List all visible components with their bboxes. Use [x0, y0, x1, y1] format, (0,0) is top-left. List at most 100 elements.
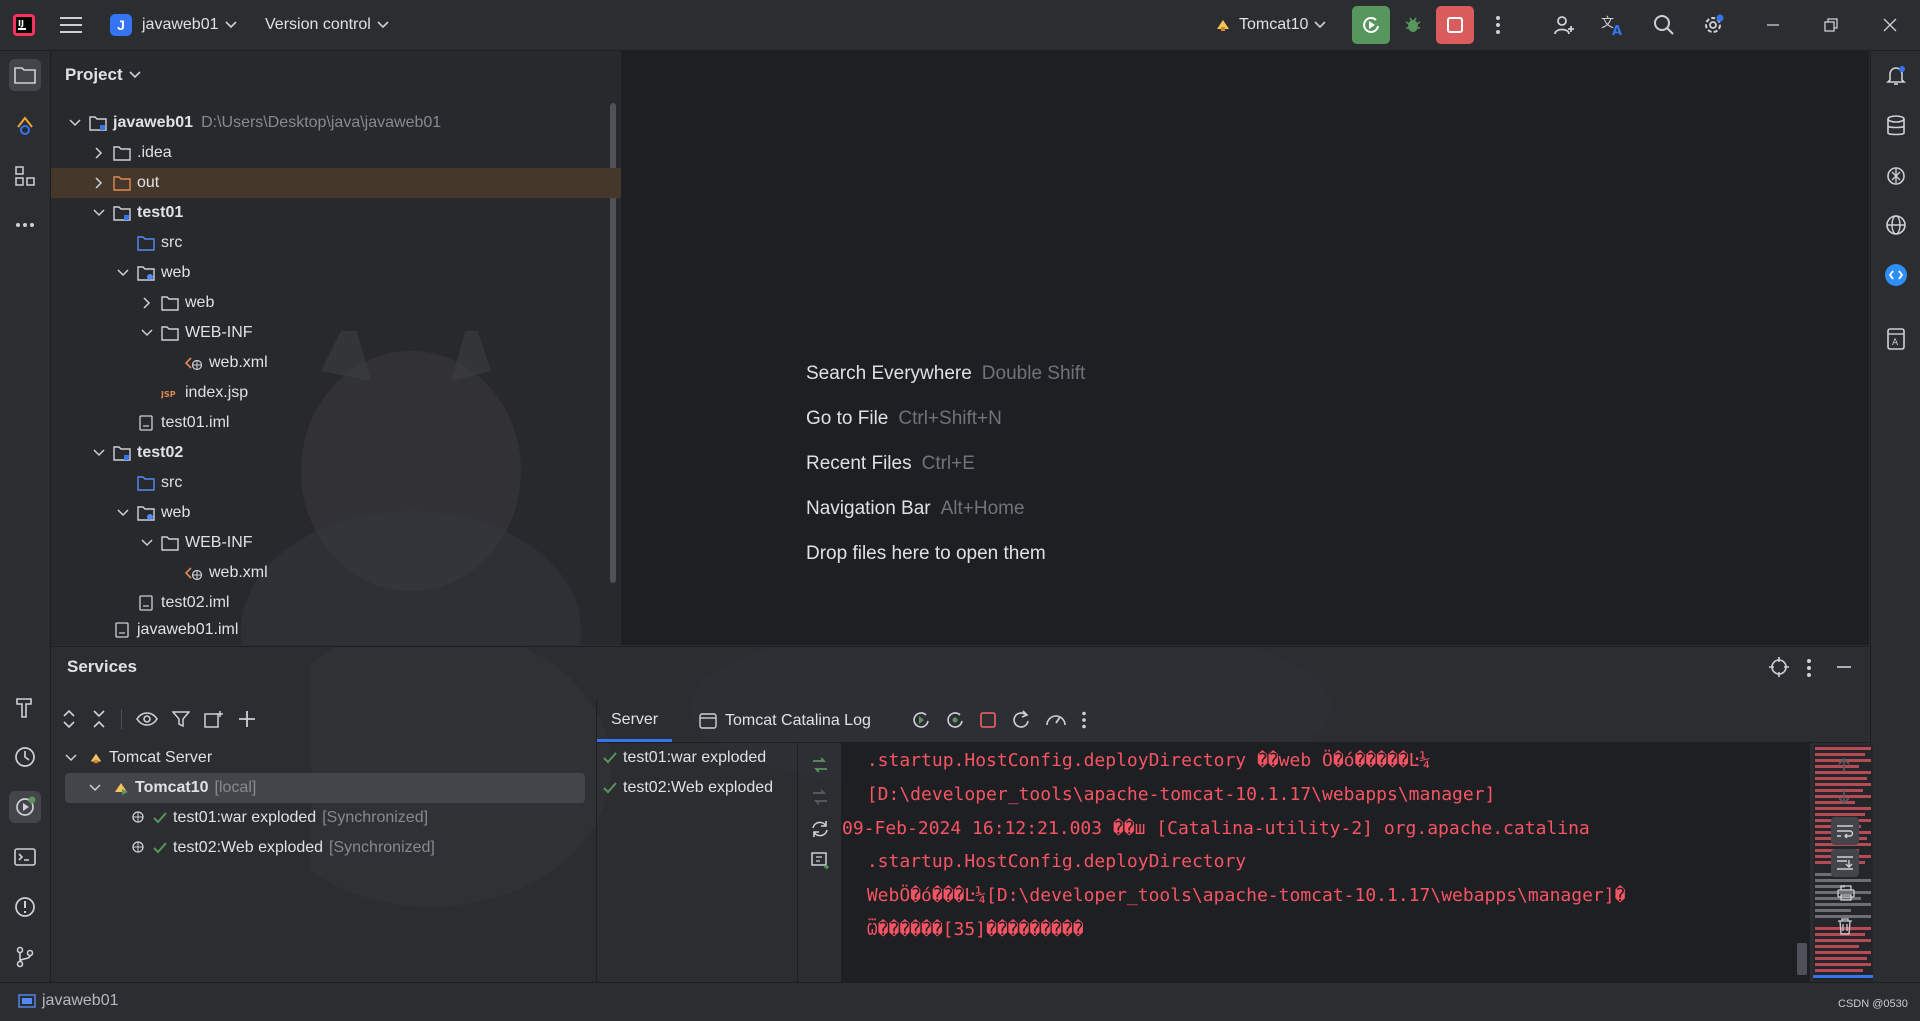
hint-shortcut: Double Shift — [981, 363, 1086, 384]
server-actions-toolbar — [911, 710, 1087, 730]
collapse-all-icon[interactable] — [91, 710, 107, 728]
tree-row-web-inner[interactable]: web — [51, 288, 621, 318]
iml-file-icon — [113, 621, 131, 639]
notifications-button[interactable] — [1880, 59, 1912, 91]
app-logo-icon[interactable]: IJ — [12, 0, 36, 50]
tree-row-index-jsp[interactable]: JSP index.jsp — [51, 378, 621, 408]
translate-button[interactable]: 文A — [1597, 9, 1629, 41]
artifact-deploy-icon[interactable] — [810, 851, 830, 871]
arrow-up-icon[interactable] — [1837, 757, 1851, 773]
tree-row-src[interactable]: src — [51, 228, 621, 258]
tree-row-tomcat-server[interactable]: Tomcat Server — [65, 743, 585, 773]
new-group-icon[interactable] — [204, 710, 224, 728]
refresh-icon[interactable] — [810, 819, 830, 839]
code-assistant-button[interactable] — [1880, 259, 1912, 291]
version-control-menu[interactable]: Version control — [265, 0, 389, 50]
hide-panel-button[interactable] — [1836, 659, 1852, 675]
run-config-selector[interactable]: Tomcat10 — [1215, 0, 1326, 50]
print-icon[interactable] — [1837, 885, 1855, 901]
main-menu-icon[interactable] — [60, 0, 82, 50]
folder-icon — [161, 534, 179, 552]
update-application-icon[interactable] — [945, 710, 965, 730]
filter-icon[interactable] — [172, 710, 190, 728]
tree-row-web-inf[interactable]: WEB-INF — [51, 528, 621, 558]
project-tool-button[interactable] — [9, 59, 41, 91]
project-switcher[interactable]: J javaweb01 — [110, 0, 237, 50]
console-output[interactable]: .startup.HostConfig.deployDirectory ��we… — [842, 743, 1810, 983]
console-scrollbar[interactable] — [1797, 943, 1807, 975]
services-tool-button[interactable] — [9, 791, 41, 823]
tree-row-web[interactable]: web — [51, 498, 621, 528]
endpoints-tool-button[interactable] — [1880, 209, 1912, 241]
tree-row-tomcat10[interactable]: Tomcat10 [local] — [65, 773, 585, 803]
locate-button[interactable] — [1768, 656, 1792, 680]
problems-tool-button[interactable] — [9, 891, 41, 923]
tree-row-test01-iml[interactable]: test01.iml — [51, 408, 621, 438]
tab-label: Tomcat Catalina Log — [725, 712, 871, 729]
expand-all-icon[interactable] — [61, 710, 77, 728]
tree-row-javaweb01-iml[interactable]: javaweb01.iml — [51, 615, 621, 645]
git-tool-button[interactable] — [9, 941, 41, 973]
performance-icon[interactable] — [1045, 710, 1067, 730]
tree-row-web-inf[interactable]: WEB-INF — [51, 318, 621, 348]
tree-row-test01[interactable]: test01 — [51, 198, 621, 228]
restore-window-button[interactable] — [1815, 9, 1847, 41]
more-actions-button[interactable] — [1482, 9, 1514, 41]
deployment-item[interactable]: test01:war exploded — [603, 743, 766, 773]
terminal-tool-button[interactable] — [9, 841, 41, 873]
debug-button[interactable] — [1397, 9, 1429, 41]
tab-server[interactable]: Server — [597, 700, 673, 742]
commit-tool-button[interactable] — [9, 110, 41, 142]
tree-row-web[interactable]: web — [51, 258, 621, 288]
deployment-item[interactable]: test02:Web exploded — [603, 773, 773, 803]
tree-label: WEB-INF — [185, 324, 253, 341]
arrow-down-icon[interactable] — [1837, 789, 1851, 805]
rerun-button[interactable] — [1352, 6, 1390, 44]
tree-row-web-xml[interactable]: web.xml — [51, 558, 621, 588]
minimize-window-button[interactable] — [1757, 9, 1789, 41]
chevron-down-icon — [115, 509, 131, 517]
undeploy-icon[interactable] — [810, 787, 830, 807]
stop-button[interactable] — [1436, 6, 1474, 44]
add-service-icon[interactable] — [238, 710, 256, 728]
tree-row-web-xml[interactable]: web.xml — [51, 348, 621, 378]
tree-label: Tomcat Server — [109, 749, 213, 766]
editor-area[interactable]: Search Everywhere Double Shift Go to File… — [622, 51, 1869, 645]
tree-row-out[interactable]: out — [51, 168, 621, 198]
tree-row-root[interactable]: javaweb01 D:\Users\Desktop\java\javaweb0… — [51, 108, 621, 138]
database-tool-button[interactable] — [1880, 110, 1912, 142]
tree-row-idea[interactable]: .idea — [51, 138, 621, 168]
trash-icon[interactable] — [1837, 917, 1853, 935]
tree-row-artifact-2[interactable]: test02:Web exploded [Synchronized] — [65, 833, 585, 863]
log-line: Ѿ������[35]��������� — [856, 919, 1084, 940]
svg-text:JSP: JSP — [161, 390, 176, 399]
stop-icon[interactable] — [979, 711, 997, 729]
code-with-me-button[interactable] — [1548, 9, 1580, 41]
restart-icon[interactable] — [1011, 710, 1031, 730]
more-tools-button[interactable] — [9, 209, 41, 241]
project-view-selector[interactable]: Project — [65, 60, 141, 90]
tab-catalina-log[interactable]: Tomcat Catalina Log — [689, 700, 881, 742]
deploy-all-icon[interactable] — [810, 755, 830, 775]
tree-row-test02-iml[interactable]: test02.iml — [51, 588, 621, 618]
hammer-icon — [16, 698, 32, 718]
ai-assistant-button[interactable] — [1880, 160, 1912, 192]
scroll-to-end-button[interactable] — [1831, 849, 1859, 877]
eye-icon[interactable] — [136, 711, 158, 727]
services-options-button[interactable] — [1806, 658, 1812, 678]
structure-tool-button[interactable] — [9, 160, 41, 192]
settings-button[interactable] — [1697, 9, 1729, 41]
tree-row-artifact-1[interactable]: test01:war exploded [Synchronized] — [65, 803, 585, 833]
status-project[interactable]: javaweb01 — [18, 992, 119, 1010]
more-vertical-icon[interactable] — [1081, 711, 1087, 729]
profiler-tool-button[interactable] — [9, 741, 41, 773]
tree-row-test02[interactable]: test02 — [51, 438, 621, 468]
redeploy-icon[interactable] — [911, 710, 931, 730]
translation-tool-button[interactable]: A — [1880, 323, 1912, 355]
close-window-button[interactable] — [1874, 9, 1906, 41]
search-button[interactable] — [1648, 9, 1680, 41]
build-tool-button[interactable] — [9, 691, 41, 723]
tree-row-src[interactable]: src — [51, 468, 621, 498]
soft-wrap-button[interactable] — [1831, 817, 1859, 845]
openai-icon — [1887, 167, 1905, 185]
